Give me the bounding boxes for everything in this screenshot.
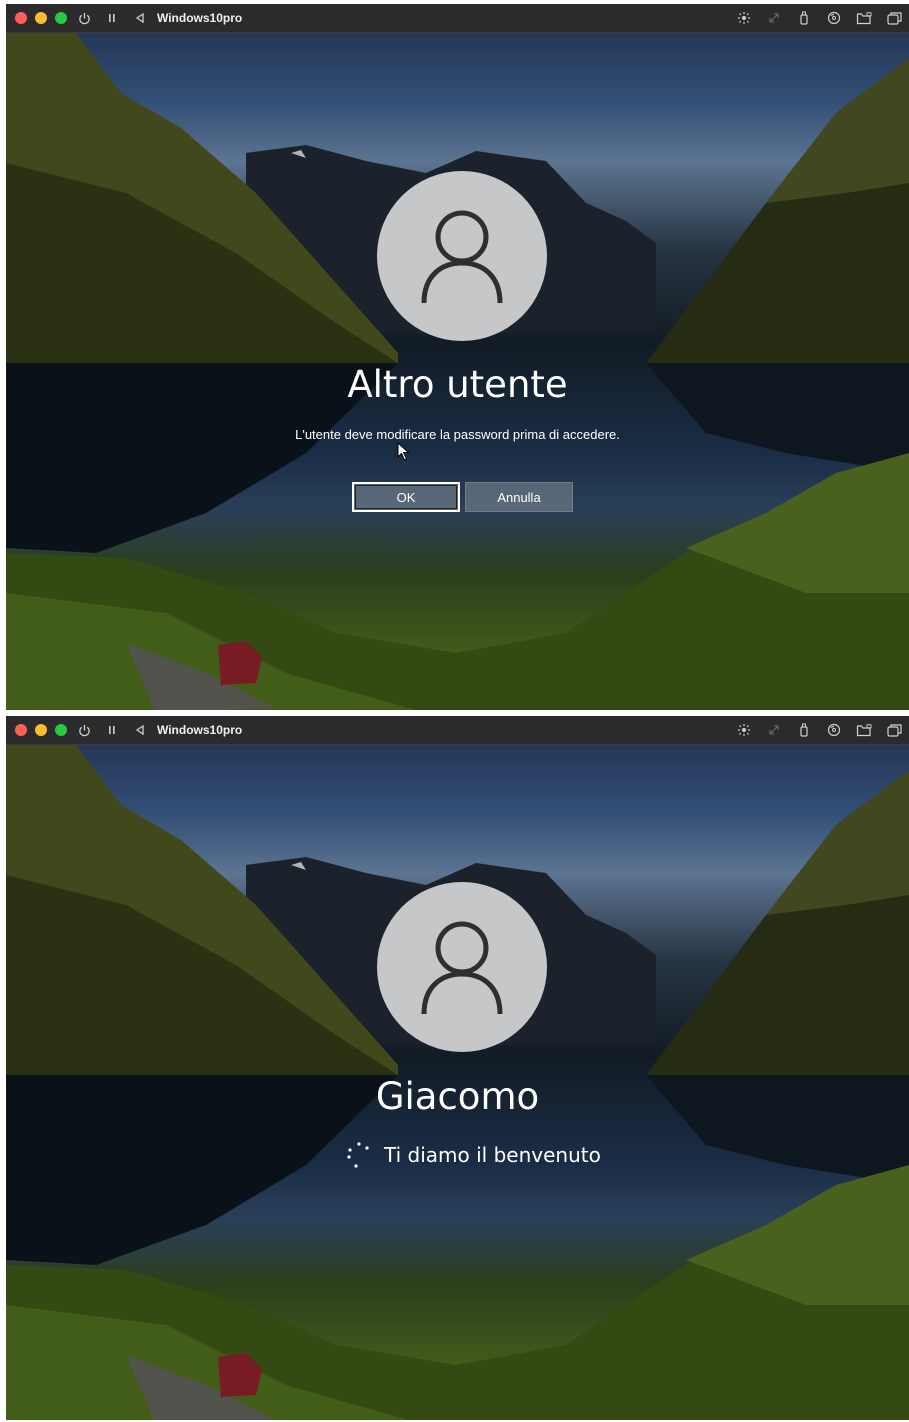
resize-icon[interactable]: [763, 719, 785, 741]
welcome-status: Ti diamo il benvenuto: [346, 1142, 601, 1168]
power-icon[interactable]: [73, 719, 95, 741]
vm-window-1: Windows10pro Altro utente L'utente deve …: [6, 4, 909, 710]
password-change-message: L'utente deve modificare la password pri…: [295, 427, 620, 442]
vm-window-2: Windows10pro Giacomo Ti diamo il benvenu…: [6, 716, 909, 1420]
welcome-text: Ti diamo il benvenuto: [384, 1143, 601, 1167]
vm-window-title: Windows10pro: [157, 723, 243, 737]
windows-icon[interactable]: [883, 719, 905, 741]
cancel-button[interactable]: Annulla: [465, 482, 573, 512]
back-icon[interactable]: [129, 7, 151, 29]
ok-button[interactable]: OK: [352, 482, 460, 512]
user-icon: [421, 921, 503, 1015]
folder-icon[interactable]: [853, 7, 875, 29]
zoom-window-button[interactable]: [55, 12, 67, 24]
folder-icon[interactable]: [853, 719, 875, 741]
traffic-lights: [15, 724, 67, 736]
usb-icon[interactable]: [793, 7, 815, 29]
back-icon[interactable]: [129, 719, 151, 741]
pause-icon[interactable]: [101, 719, 123, 741]
power-icon[interactable]: [73, 7, 95, 29]
traffic-lights: [15, 12, 67, 24]
cd-icon[interactable]: [823, 7, 845, 29]
usb-icon[interactable]: [793, 719, 815, 741]
vm-window-title: Windows10pro: [157, 11, 243, 25]
close-window-button[interactable]: [15, 724, 27, 736]
user-avatar: [377, 171, 547, 341]
brightness-icon[interactable]: [733, 7, 755, 29]
resize-icon[interactable]: [763, 7, 785, 29]
pause-icon[interactable]: [101, 7, 123, 29]
user-avatar: [377, 882, 547, 1052]
cd-icon[interactable]: [823, 719, 845, 741]
close-window-button[interactable]: [15, 12, 27, 24]
mouse-cursor-icon: [397, 442, 410, 461]
minimize-window-button[interactable]: [35, 12, 47, 24]
windows-icon[interactable]: [883, 7, 905, 29]
user-icon: [421, 210, 503, 304]
brightness-icon[interactable]: [733, 719, 755, 741]
minimize-window-button[interactable]: [35, 724, 47, 736]
lock-screen-background: Altro utente L'utente deve modificare la…: [6, 33, 909, 710]
loading-spinner-icon: [347, 1142, 369, 1168]
zoom-window-button[interactable]: [55, 724, 67, 736]
lock-screen-background: Giacomo Ti diamo il benvenuto: [6, 745, 909, 1420]
user-name: Giacomo: [375, 1075, 540, 1118]
user-name: Altro utente: [347, 363, 568, 406]
vm-titlebar: Windows10pro: [6, 716, 909, 745]
vm-titlebar: Windows10pro: [6, 4, 909, 33]
